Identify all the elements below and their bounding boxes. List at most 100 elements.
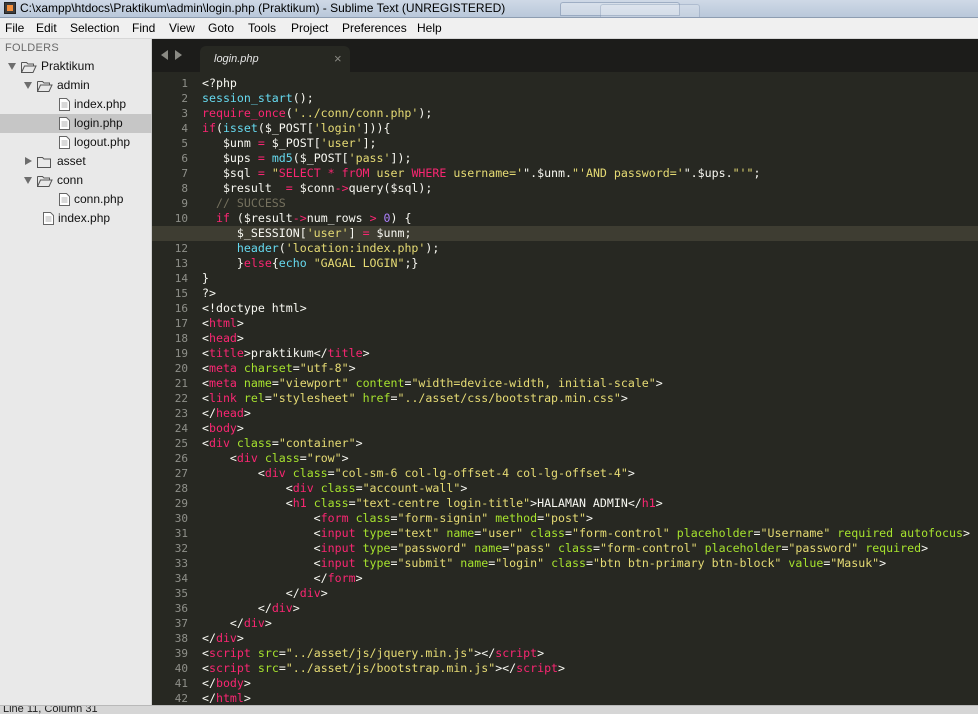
line-number: 35 <box>174 587 188 600</box>
sidebar-item-label: asset <box>57 154 86 168</box>
code-line[interactable]: <div class="row"> <box>202 451 349 466</box>
code-line[interactable]: <script src="../asset/js/jquery.min.js">… <box>202 646 544 661</box>
menu-project[interactable]: Project <box>291 21 328 35</box>
code-line[interactable]: <meta name="viewport" content="width=dev… <box>202 376 663 391</box>
line-number: 19 <box>174 347 188 360</box>
tab-scroll-right-icon[interactable] <box>175 50 182 60</box>
menu-edit[interactable]: Edit <box>36 21 57 35</box>
sidebar-file[interactable]: conn.php <box>0 190 152 209</box>
code-line[interactable]: $unm = $_POST['user']; <box>202 136 377 151</box>
menu-view[interactable]: View <box>169 21 195 35</box>
code-line[interactable]: </div> <box>202 616 272 631</box>
menu-preferences[interactable]: Preferences <box>342 21 407 35</box>
menu-tools[interactable]: Tools <box>248 21 276 35</box>
code-line[interactable]: $ups = md5($_POST['pass']); <box>202 151 412 166</box>
line-number: 38 <box>174 632 188 645</box>
tab-close-icon[interactable]: × <box>334 51 342 66</box>
sidebar-item-label: login.php <box>74 116 123 130</box>
code-line[interactable]: <script src="../asset/js/bootstrap.min.j… <box>202 661 565 676</box>
sidebar-folder[interactable]: conn <box>0 171 152 190</box>
disclosure-open-icon[interactable] <box>24 177 32 184</box>
sidebar-folder[interactable]: asset <box>0 152 152 171</box>
menu-help[interactable]: Help <box>417 21 442 35</box>
code-line[interactable]: <link rel="stylesheet" href="../asset/cs… <box>202 391 628 406</box>
line-number: 39 <box>174 647 188 660</box>
tab-bar: login.php × <box>152 39 978 72</box>
line-number: 18 <box>174 332 188 345</box>
sidebar-file[interactable]: index.php <box>0 95 152 114</box>
line-number: 33 <box>174 557 188 570</box>
line-number: 37 <box>174 617 188 630</box>
code-line[interactable]: <div class="col-sm-6 col-lg-offset-4 col… <box>202 466 635 481</box>
code-line[interactable]: <h1 class="text-centre login-title">HALA… <box>202 496 663 511</box>
sidebar-item-label: Praktikum <box>41 59 95 73</box>
status-text: Line 11, Column 31 <box>3 705 98 714</box>
code-line[interactable]: if ($result->num_rows > 0) { <box>202 211 412 226</box>
code-line[interactable]: <input type="text" name="user" class="fo… <box>202 526 970 541</box>
code-line[interactable]: require_once('../conn/conn.php'); <box>202 106 432 121</box>
code-line[interactable]: <div class="account-wall"> <box>202 481 468 496</box>
line-number: 26 <box>174 452 188 465</box>
code-line[interactable]: <input type="submit" name="login" class=… <box>202 556 886 571</box>
line-number: 30 <box>174 512 188 525</box>
line-number: 3 <box>181 107 188 120</box>
disclosure-closed-icon[interactable] <box>25 157 32 165</box>
code-line[interactable]: <html> <box>202 316 244 331</box>
code-line[interactable]: $_SESSION['user'] = $unm; <box>202 226 412 241</box>
code-line[interactable]: // SUCCESS <box>202 196 286 211</box>
code-line[interactable]: <title>praktikum</title> <box>202 346 370 361</box>
code-line[interactable]: <!doctype html> <box>202 301 307 316</box>
line-number: 41 <box>174 677 188 690</box>
line-number: 4 <box>181 122 188 135</box>
code-line[interactable]: <input type="password" name="pass" class… <box>202 541 928 556</box>
sidebar-file[interactable]: login.php <box>0 114 152 133</box>
code-line[interactable]: <div class="container"> <box>202 436 363 451</box>
code-line[interactable]: ?> <box>202 286 216 301</box>
disclosure-open-icon[interactable] <box>24 82 32 89</box>
code-line[interactable]: session_start(); <box>202 91 314 106</box>
menu-selection[interactable]: Selection <box>70 21 119 35</box>
tab-label: login.php <box>214 53 259 65</box>
menu-find[interactable]: Find <box>132 21 155 35</box>
line-number: 5 <box>181 137 188 150</box>
code-line[interactable]: </form> <box>202 571 363 586</box>
line-number: 28 <box>174 482 188 495</box>
code-line[interactable]: </head> <box>202 406 251 421</box>
code-line[interactable]: $result = $conn->query($sql); <box>202 181 432 196</box>
code-line[interactable]: <form class="form-signin" method="post"> <box>202 511 593 526</box>
sidebar-item-label: conn.php <box>74 192 124 206</box>
code-line[interactable]: <meta charset="utf-8"> <box>202 361 356 376</box>
code-line[interactable]: } <box>202 271 209 286</box>
code-line[interactable]: $sql = "SELECT * frOM user WHERE usernam… <box>202 166 761 181</box>
code-line[interactable]: <head> <box>202 331 244 346</box>
sidebar-folder[interactable]: admin <box>0 76 152 95</box>
code-line[interactable]: </body> <box>202 676 251 691</box>
sidebar-item-label: conn <box>57 173 84 187</box>
sidebar-item-label: logout.php <box>74 135 131 149</box>
code-line[interactable]: </div> <box>202 586 328 601</box>
tab-scroll-left-icon[interactable] <box>161 50 168 60</box>
code-line[interactable]: <body> <box>202 421 244 436</box>
menu-goto[interactable]: Goto <box>208 21 234 35</box>
line-number: 23 <box>174 407 188 420</box>
line-number: 42 <box>174 692 188 705</box>
line-number: 21 <box>174 377 188 390</box>
code-line[interactable]: }else{echo "GAGAL LOGIN";} <box>202 256 419 271</box>
code-line[interactable]: <?php <box>202 76 237 91</box>
code-line[interactable]: header('location:index.php'); <box>202 241 439 256</box>
sidebar-file[interactable]: logout.php <box>0 133 152 152</box>
code-line[interactable]: </div> <box>202 601 300 616</box>
code-editor[interactable]: 1234567891011121314151617181920212223242… <box>152 72 978 705</box>
disclosure-open-icon[interactable] <box>8 63 16 70</box>
menu-file[interactable]: File <box>5 21 24 35</box>
line-number: 14 <box>174 272 188 285</box>
sidebar-folder[interactable]: Praktikum <box>0 57 152 76</box>
tab-login-php[interactable]: login.php × <box>200 46 350 72</box>
menu-bar: File Edit Selection Find View Goto Tools Projec… <box>0 18 978 39</box>
code-line[interactable]: if(isset($_POST['login'])){ <box>202 121 391 136</box>
line-number: 13 <box>174 257 188 270</box>
code-line[interactable]: </html> <box>202 691 251 705</box>
code-line[interactable]: </div> <box>202 631 244 646</box>
line-number: 40 <box>174 662 188 675</box>
sidebar-file[interactable]: index.php <box>0 209 152 228</box>
